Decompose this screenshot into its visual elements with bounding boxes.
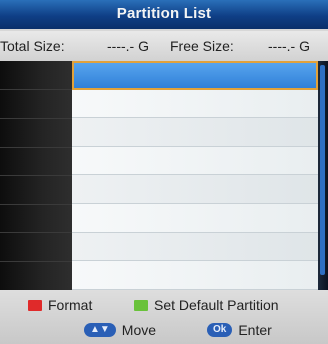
page-title: Partition List: [116, 5, 212, 22]
partition-rows: [72, 61, 318, 290]
partition-list-screen: Partition List Total Size: ----.- G Free…: [0, 0, 328, 344]
partition-row[interactable]: [72, 89, 318, 119]
ok-button-icon: Ok: [207, 323, 233, 337]
partition-row-selected[interactable]: [72, 61, 318, 90]
partition-row[interactable]: [72, 261, 318, 290]
footer-help-bar: Format Set Default Partition ▲▼ Move Ok …: [0, 290, 328, 344]
set-default-partition-key[interactable]: Set Default Partition: [134, 297, 279, 313]
partition-row[interactable]: [72, 175, 318, 204]
green-button-icon: [134, 299, 148, 311]
enter-label: Enter: [238, 322, 272, 338]
partition-list: [0, 61, 328, 290]
size-info-bar: Total Size: ----.- G Free Size: ----.- G: [0, 31, 328, 61]
scrollbar[interactable]: [320, 65, 325, 275]
partition-row[interactable]: [72, 203, 318, 233]
free-size-value: ----.- G: [268, 38, 310, 54]
set-default-partition-label: Set Default Partition: [154, 297, 279, 313]
move-key[interactable]: ▲▼ Move: [84, 322, 156, 338]
partition-row[interactable]: [72, 232, 318, 262]
title-bar: Partition List: [0, 0, 328, 31]
total-size-label: Total Size:: [0, 38, 65, 54]
partition-row[interactable]: [72, 146, 318, 176]
enter-key[interactable]: Ok Enter: [207, 322, 272, 338]
total-size-value: ----.- G: [107, 38, 149, 54]
format-label: Format: [48, 297, 93, 313]
index-column: [0, 61, 72, 290]
move-label: Move: [121, 322, 157, 338]
format-key[interactable]: Format: [28, 297, 92, 313]
free-size-label: Free Size:: [170, 38, 234, 54]
red-button-icon: [28, 299, 42, 311]
partition-row[interactable]: [72, 118, 318, 147]
up-down-arrows-icon: ▲▼: [84, 323, 116, 337]
